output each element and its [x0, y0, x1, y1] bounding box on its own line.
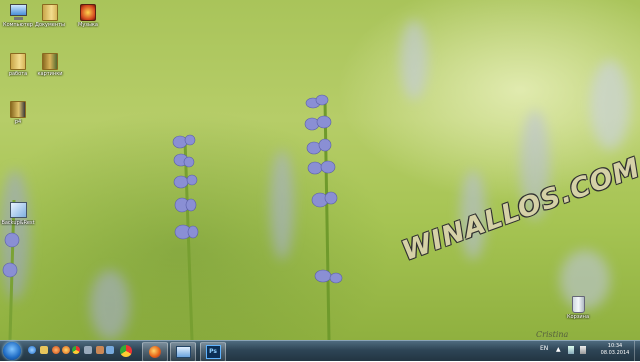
- music-folder-icon: [80, 4, 96, 22]
- desktop-wallpaper: [0, 0, 640, 340]
- desktop-icon-label: Backup&Rest: [1, 220, 35, 226]
- lavender-stems: [2, 94, 343, 340]
- language-indicator[interactable]: EN: [540, 345, 548, 352]
- desktop-icon-music[interactable]: Музыка: [74, 4, 102, 28]
- app-icon[interactable]: [106, 346, 114, 354]
- start-button[interactable]: [3, 342, 21, 360]
- app-icon[interactable]: [96, 346, 104, 354]
- desktop-icon-pictures[interactable]: картинки: [36, 53, 64, 77]
- folder-icon: [42, 53, 58, 71]
- explorer-icon: [175, 346, 191, 358]
- folder-icon: [42, 4, 58, 22]
- network-icon[interactable]: [568, 346, 574, 354]
- photoshop-icon: Ps: [205, 345, 221, 359]
- taskbar-chrome-button[interactable]: [114, 342, 138, 360]
- folder-icon: [10, 101, 26, 119]
- folder-icon: [10, 53, 26, 71]
- clock-date: 08.03.2014: [600, 350, 630, 356]
- settings-icon[interactable]: [84, 346, 92, 354]
- chrome-icon[interactable]: [72, 346, 80, 354]
- clock-time: 10:34: [607, 343, 623, 349]
- desktop-icon-recycle-bin[interactable]: Корзина: [564, 296, 592, 320]
- photoshop-label: Ps: [209, 348, 217, 355]
- photographer-signature: Cristina: [536, 330, 569, 339]
- desktop-icon-p4[interactable]: р4: [4, 101, 32, 125]
- clock[interactable]: 10:34 08.03.2014: [598, 343, 632, 357]
- tray-chevron-icon[interactable]: ▲: [556, 346, 562, 354]
- desktop-icon-label: Музыка: [78, 22, 98, 28]
- desktop-icon-backup[interactable]: Backup&Rest: [1, 202, 35, 226]
- taskbar: Ps EN ▲ 10:34 08.03.2014: [0, 340, 640, 362]
- taskbar-firefox-button[interactable]: [142, 342, 168, 362]
- media-icon[interactable]: [52, 346, 60, 354]
- desktop-icon-label: работа: [8, 71, 28, 77]
- shortcut-icon: [10, 202, 27, 220]
- volume-icon[interactable]: [580, 346, 586, 354]
- folder-icon[interactable]: [40, 346, 48, 354]
- computer-icon: [10, 4, 27, 22]
- firefox-icon[interactable]: [62, 346, 70, 354]
- firefox-icon: [149, 346, 161, 358]
- recycle-bin-icon: [570, 296, 586, 314]
- ie-icon[interactable]: [28, 346, 36, 354]
- desktop-icon-work[interactable]: работа: [4, 53, 32, 77]
- desktop-icon-label: Компьютер: [3, 22, 33, 28]
- desktop-icon-label: Корзина: [566, 314, 590, 320]
- taskbar-explorer-button[interactable]: [170, 342, 196, 362]
- desktop-icon-documents[interactable]: Документы: [35, 4, 65, 28]
- chrome-icon: [120, 345, 132, 357]
- desktop-icon-computer[interactable]: Компьютер: [3, 4, 33, 28]
- desktop-icon-label: картинки: [37, 71, 63, 77]
- show-desktop-button[interactable]: [634, 341, 640, 361]
- desktop-icon-label: Документы: [35, 22, 65, 28]
- taskbar-photoshop-button[interactable]: Ps: [200, 342, 226, 362]
- desktop-icon-label: р4: [14, 119, 22, 125]
